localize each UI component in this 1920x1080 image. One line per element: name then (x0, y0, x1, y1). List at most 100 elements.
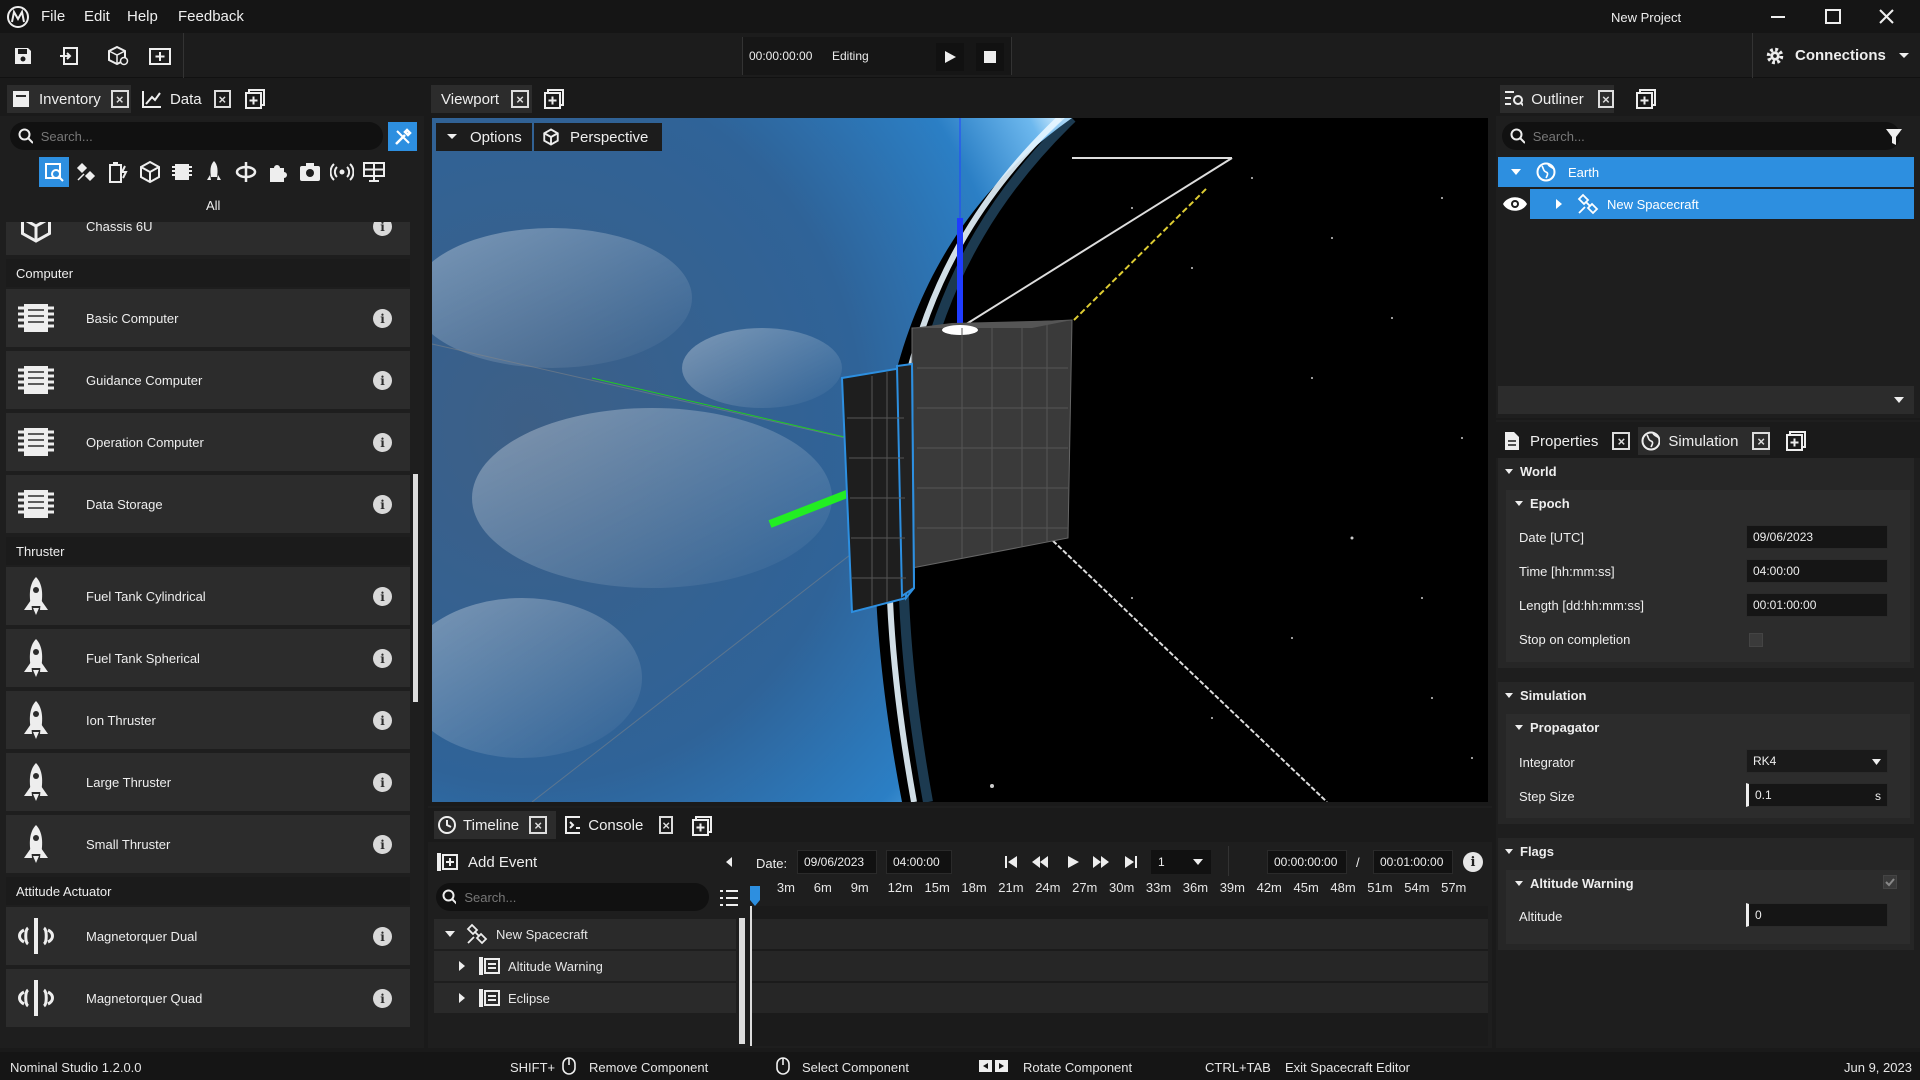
stop-on-completion-checkbox[interactable] (1749, 633, 1763, 647)
inventory-item[interactable]: Fuel Tank Cylindrical i (6, 567, 410, 625)
add-tab-icon[interactable] (544, 89, 564, 109)
add-tab-icon[interactable] (245, 89, 265, 109)
collapse-propagator-icon[interactable] (1515, 724, 1523, 732)
stop-button[interactable] (976, 43, 1004, 71)
timeline-row[interactable]: Eclipse (434, 983, 736, 1013)
timeline-track[interactable] (752, 951, 1488, 981)
inventory-item[interactable]: Chassis 6U i (6, 222, 410, 255)
filter-thruster-icon[interactable] (202, 160, 226, 184)
close-tab-icon[interactable]: × (529, 816, 548, 834)
inventory-item[interactable]: Fuel Tank Spherical i (6, 629, 410, 687)
maximize-icon[interactable] (1822, 8, 1844, 26)
timeline-track[interactable] (752, 919, 1488, 949)
info-icon[interactable]: i (373, 927, 392, 946)
outliner-search[interactable] (1502, 122, 1900, 150)
timeline-info-icon[interactable]: i (1463, 852, 1483, 872)
close-tab-icon[interactable]: × (1752, 432, 1770, 450)
close-tab-icon[interactable]: × (511, 90, 530, 108)
filter-all-icon[interactable] (39, 157, 69, 187)
inventory-item[interactable]: Large Thruster i (6, 753, 410, 811)
add-tab-icon[interactable] (1636, 89, 1656, 109)
info-icon[interactable]: i (373, 835, 392, 854)
timeline-track[interactable] (752, 983, 1488, 1013)
info-icon[interactable]: i (373, 773, 392, 792)
filter-icon[interactable] (1885, 128, 1903, 146)
filter-plugin-icon[interactable] (266, 160, 290, 184)
menu-help[interactable]: Help (127, 8, 158, 25)
import-icon[interactable] (54, 41, 84, 71)
timeline-splitter[interactable] (739, 918, 745, 1044)
close-tab-icon[interactable]: × (213, 90, 231, 108)
inventory-search-input[interactable] (40, 128, 383, 144)
collapse-left-icon[interactable] (724, 856, 734, 868)
info-icon[interactable]: i (373, 433, 392, 452)
add-tab-icon[interactable] (692, 816, 712, 836)
tab-data[interactable]: Data × (141, 85, 231, 113)
menu-feedback[interactable]: Feedback (178, 8, 244, 25)
filter-satellite-icon[interactable] (74, 160, 98, 184)
inventory-item[interactable]: Small Thruster i (6, 815, 410, 873)
info-icon[interactable]: i (373, 495, 392, 514)
filter-antenna-icon[interactable] (330, 160, 354, 184)
minimize-icon[interactable] (1767, 8, 1789, 26)
time-field[interactable]: 04:00:00 (1746, 559, 1888, 583)
timeline-search-input[interactable] (464, 889, 709, 905)
skip-start-icon[interactable] (1004, 855, 1018, 869)
info-icon[interactable]: i (373, 222, 392, 236)
inventory-search[interactable] (10, 122, 383, 150)
integrator-select[interactable]: RK4 (1746, 749, 1888, 773)
perspective-button[interactable]: Perspective (534, 123, 662, 151)
speed-select[interactable]: 1 (1151, 850, 1211, 874)
add-tab-icon[interactable] (1786, 431, 1806, 451)
outliner-row-earth[interactable]: Earth (1498, 157, 1914, 187)
filter-computer-icon[interactable] (170, 160, 194, 184)
length-field[interactable]: 00:01:00:00 (1746, 593, 1888, 617)
list-view-icon[interactable] (719, 889, 739, 907)
component-icon[interactable] (102, 41, 132, 71)
timeline-row[interactable]: Altitude Warning (434, 951, 736, 981)
outliner-footer-dropdown[interactable] (1498, 386, 1914, 414)
timeline-search[interactable] (436, 883, 709, 911)
menu-file[interactable]: File (41, 8, 65, 25)
add-event-button[interactable]: Add Event (436, 849, 546, 875)
info-icon[interactable]: i (373, 711, 392, 730)
altitude-warning-checkbox[interactable] (1883, 875, 1897, 889)
timeline-playhead[interactable] (750, 886, 760, 906)
inventory-item[interactable]: Ion Thruster i (6, 691, 410, 749)
tab-simulation[interactable]: Simulation × (1638, 427, 1770, 455)
skip-end-icon[interactable] (1124, 855, 1138, 869)
collapse-world-icon[interactable] (1505, 468, 1513, 476)
rewind-icon[interactable] (1031, 855, 1049, 869)
inventory-item[interactable]: Magnetorquer Quad i (6, 969, 410, 1027)
outliner-row-spacecraft[interactable]: New Spacecraft (1530, 189, 1914, 219)
timeline-time-field[interactable]: 04:00:00 (886, 850, 952, 874)
tab-timeline[interactable]: Timeline × (434, 811, 556, 839)
collapse-simulation-icon[interactable] (1505, 692, 1513, 700)
altitude-field[interactable]: 0 (1746, 903, 1888, 927)
tab-inventory[interactable]: Inventory × (7, 85, 131, 113)
menu-edit[interactable]: Edit (84, 8, 110, 25)
collapse-epoch-icon[interactable] (1515, 500, 1523, 508)
filter-chassis-icon[interactable] (138, 160, 162, 184)
save-icon[interactable] (8, 41, 38, 71)
end-time-field[interactable]: 00:01:00:00 (1373, 850, 1453, 874)
filter-power-icon[interactable] (106, 160, 130, 184)
outliner-search-input[interactable] (1532, 128, 1900, 144)
step-size-field[interactable]: 0.1 s (1746, 783, 1888, 807)
date-field[interactable]: 09/06/2023 (1746, 525, 1888, 549)
add-window-icon[interactable] (145, 41, 175, 71)
close-tab-icon[interactable]: × (1612, 432, 1631, 450)
filter-camera-icon[interactable] (298, 160, 322, 184)
connections-button[interactable]: Connections (1752, 33, 1920, 78)
close-window-icon[interactable] (1876, 7, 1898, 27)
info-icon[interactable]: i (373, 371, 392, 390)
inventory-scrollbar[interactable] (413, 474, 418, 702)
current-time-field[interactable]: 00:00:00:00 (1267, 850, 1347, 874)
collapse-flags-icon[interactable] (1505, 848, 1513, 856)
filter-attitude-icon[interactable] (234, 160, 258, 184)
filter-solar-panel-icon[interactable] (362, 160, 386, 184)
tab-outliner[interactable]: Outliner × (1500, 85, 1614, 113)
fast-forward-icon[interactable] (1092, 855, 1110, 869)
3d-viewport[interactable] (432, 118, 1488, 802)
inventory-item[interactable]: Guidance Computer i (6, 351, 410, 409)
